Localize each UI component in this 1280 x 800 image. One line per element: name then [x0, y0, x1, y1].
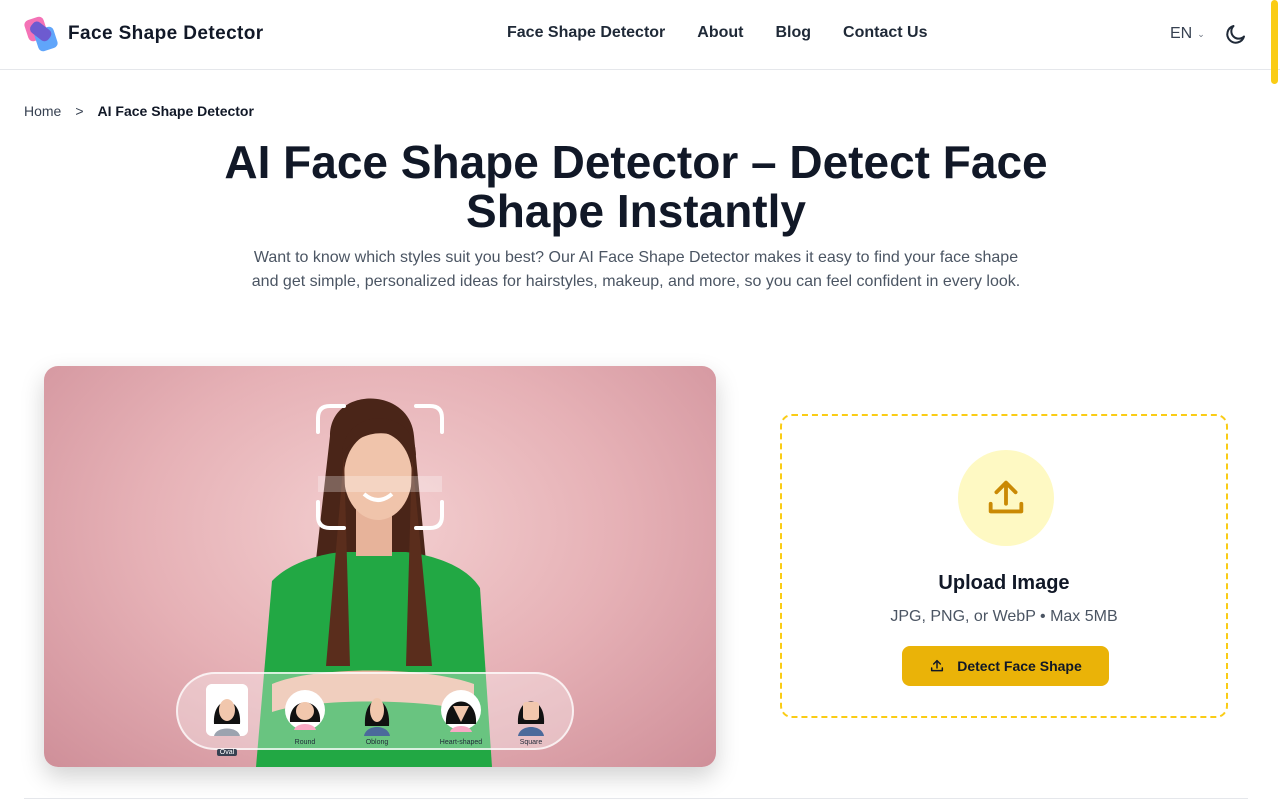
- section-divider: [24, 798, 1248, 799]
- heart-face-icon: [441, 690, 481, 732]
- face-shape-label: Oval: [216, 749, 238, 756]
- face-shape-label: Heart-shaped: [439, 739, 483, 746]
- page-title-line1: AI Face Shape Detector – Detect Face: [224, 136, 1048, 188]
- nav-face-shape-detector[interactable]: Face Shape Detector: [507, 24, 665, 42]
- breadcrumb-home[interactable]: Home: [24, 103, 61, 119]
- breadcrumb-current: AI Face Shape Detector: [97, 103, 254, 119]
- face-shape-heart: Heart-shaped: [438, 684, 484, 746]
- oval-face-icon: [206, 684, 248, 736]
- nav-contact-us[interactable]: Contact Us: [843, 24, 927, 42]
- face-shape-label: Round: [294, 739, 316, 746]
- chevron-down-icon: ⌄: [1197, 28, 1205, 39]
- brand-link[interactable]: Face Shape Detector: [24, 16, 264, 52]
- detect-button-label: Detect Face Shape: [957, 658, 1082, 674]
- face-shape-label: Oblong: [365, 739, 389, 746]
- detect-face-shape-button[interactable]: Detect Face Shape: [902, 646, 1109, 686]
- upload-small-icon: [931, 659, 944, 672]
- face-shape-strip: Oval Round Oblong Heart-shaped Square: [176, 672, 574, 756]
- page-subtitle: Want to know which styles suit you best?…: [251, 249, 1021, 290]
- nav-about[interactable]: About: [697, 24, 743, 42]
- breadcrumb: Home > AI Face Shape Detector: [24, 103, 254, 119]
- square-face-icon: [517, 701, 545, 736]
- upload-dropzone[interactable]: Upload Image JPG, PNG, or WebP • Max 5MB…: [780, 414, 1228, 718]
- language-label: EN: [1170, 25, 1193, 42]
- upload-icon: [988, 480, 1024, 514]
- upload-title: Upload Image: [938, 572, 1070, 594]
- scrollbar-thumb[interactable]: [1271, 0, 1278, 84]
- breadcrumb-separator: >: [75, 103, 84, 119]
- main-nav: Face Shape Detector About Blog Contact U…: [507, 24, 927, 42]
- face-shape-round: Round: [282, 684, 328, 746]
- brand-logo-icon: [24, 16, 58, 52]
- example-photo: Oval Round Oblong Heart-shaped Square: [44, 366, 716, 767]
- brand-name: Face Shape Detector: [68, 23, 264, 44]
- site-header: Face Shape Detector Face Shape Detector …: [0, 0, 1280, 70]
- language-selector[interactable]: EN ⌄: [1170, 25, 1205, 43]
- face-shape-square: Square: [508, 684, 554, 746]
- dark-mode-toggle[interactable]: [1224, 22, 1248, 46]
- page-title: AI Face Shape Detector – Detect Face Sha…: [140, 138, 1132, 236]
- face-shape-label: Square: [519, 739, 543, 746]
- face-shape-oblong: Oblong: [354, 684, 400, 746]
- face-shape-oval: Oval: [204, 684, 250, 759]
- nav-blog[interactable]: Blog: [775, 24, 811, 42]
- upload-icon-circle: [958, 450, 1054, 546]
- oblong-face-icon: [364, 698, 390, 736]
- round-face-icon: [285, 690, 325, 730]
- moon-icon: [1226, 25, 1245, 44]
- page-title-line2: Shape Instantly: [466, 185, 806, 237]
- upload-hint: JPG, PNG, or WebP • Max 5MB: [890, 608, 1118, 625]
